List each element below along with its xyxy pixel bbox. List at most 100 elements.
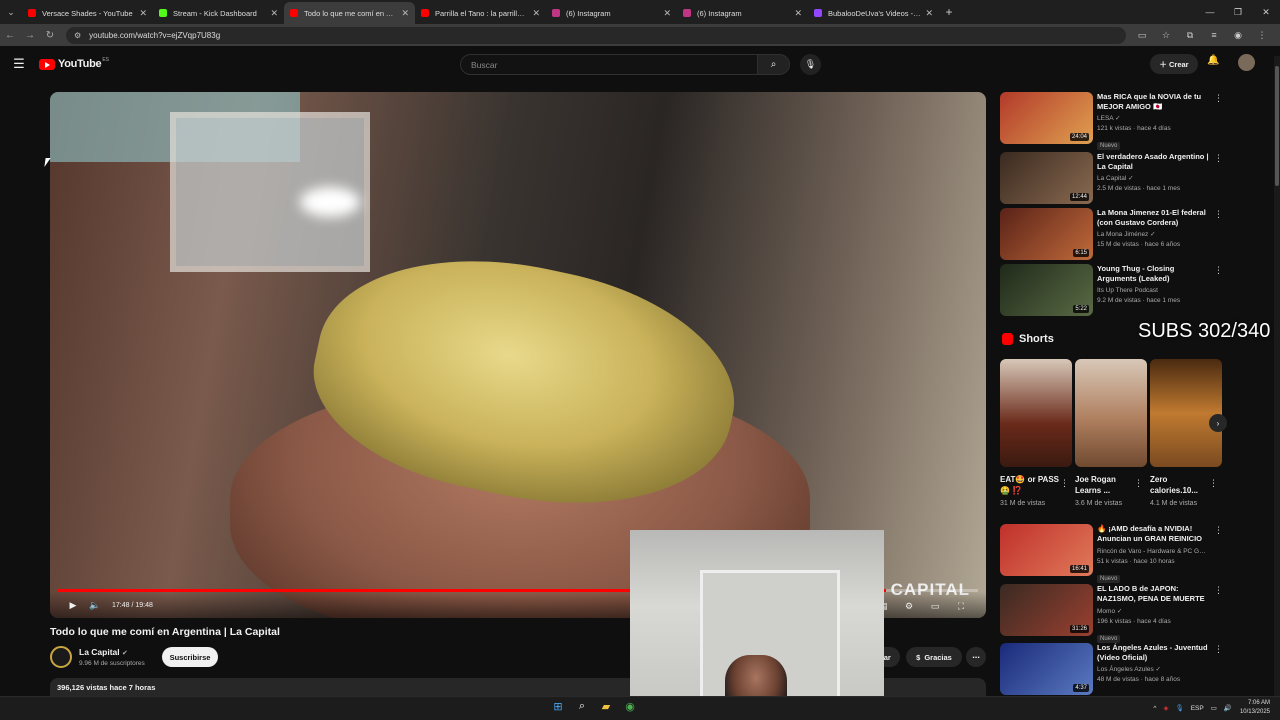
recommended-title[interactable]: El verdadero Asado Argentino | La Capita…	[1097, 152, 1209, 172]
more-options-icon[interactable]: ⋮	[1214, 265, 1223, 276]
short-more-options-icon[interactable]: ⋮	[1134, 478, 1143, 489]
recommended-title[interactable]: La Mona Jimenez 01-El federal (con Gusta…	[1097, 208, 1209, 228]
browser-tab[interactable]: Versace Shades - YouTube ✕	[22, 2, 153, 24]
address-bar[interactable]: ⚙ youtube.com/watch?v=ejZVqp7U83g	[66, 26, 1126, 44]
recommended-title[interactable]: Mas RICA que la NOVIA de tu MEJOR AMIGO …	[1097, 92, 1209, 112]
bookmark-star-icon[interactable]: ☆	[1154, 30, 1178, 41]
video-thumbnail[interactable]: 5:22	[1000, 264, 1093, 316]
recommended-video[interactable]: 24:04 Mas RICA que la NOVIA de tu MEJOR …	[1000, 92, 1209, 152]
channel-avatar[interactable]	[50, 646, 72, 668]
theater-mode-icon[interactable]: ▭	[922, 601, 948, 612]
recommended-channel[interactable]: LESA ✓	[1097, 114, 1209, 124]
tray-app-icon[interactable]: ◈	[1163, 704, 1168, 712]
recommended-channel[interactable]: Rincón de Varo - Hardware & PC Gaming ✓	[1097, 547, 1209, 557]
recommended-video[interactable]: 16:41 🔥 ¡AMD desafía a NVIDIA! Anuncian …	[1000, 524, 1209, 585]
tray-mic-icon[interactable]: 🎙	[1175, 704, 1183, 712]
recommended-channel[interactable]: La Mona Jiménez ✓	[1097, 230, 1209, 240]
thanks-button[interactable]: $ Gracias	[906, 647, 962, 667]
profile-icon[interactable]: ◉	[1226, 30, 1250, 41]
browser-menu-icon[interactable]: ⋮	[1250, 30, 1274, 41]
close-tab-icon[interactable]: ✕	[794, 8, 802, 19]
recommended-video[interactable]: 4:37 Los Ángeles Azules - Juventud (Vide…	[1000, 643, 1209, 695]
more-options-icon[interactable]: ⋮	[1214, 585, 1223, 596]
recommended-channel[interactable]: Los Ángeles Azules ✓	[1097, 665, 1209, 675]
recommended-channel[interactable]: Momo ✓	[1097, 607, 1209, 617]
short-title[interactable]: Joe Rogan Learns ...	[1075, 474, 1135, 496]
short-title[interactable]: EAT🤩 or PASS🤮 ⁉️	[1000, 474, 1060, 496]
extensions-icon[interactable]: ⧉	[1178, 30, 1202, 41]
network-icon[interactable]: ▭	[1211, 704, 1217, 712]
play-icon[interactable]: ▶	[62, 600, 84, 611]
video-thumbnail[interactable]: 12:44	[1000, 152, 1093, 204]
fullscreen-icon[interactable]: ⛶	[948, 601, 974, 612]
browser-tab[interactable]: Stream - Kick Dashboard ✕	[153, 2, 284, 24]
hamburger-menu-icon[interactable]: ☰	[0, 56, 38, 72]
recommended-channel[interactable]: Its Up There Podcast	[1097, 286, 1209, 296]
short-title[interactable]: Zero calories.10...	[1150, 474, 1210, 496]
minimize-icon[interactable]: —	[1196, 7, 1224, 17]
chrome-icon[interactable]: ◉	[618, 700, 642, 713]
short-thumbnail[interactable]	[1150, 359, 1222, 467]
recommended-video[interactable]: 31:26 EL LADO B de JAPON: NAZ1SMO, PENA …	[1000, 584, 1209, 645]
volume-tray-icon[interactable]: 🔊	[1224, 704, 1232, 712]
windows-start-icon[interactable]: ⊞	[546, 700, 570, 713]
short-thumbnail[interactable]	[1075, 359, 1147, 467]
close-tab-icon[interactable]: ✕	[139, 8, 147, 19]
back-icon[interactable]: ←	[0, 30, 20, 41]
account-avatar[interactable]	[1238, 54, 1255, 71]
recommended-channel[interactable]: La Capital ✓	[1097, 174, 1209, 184]
video-thumbnail[interactable]: 16:41	[1000, 524, 1093, 576]
more-options-icon[interactable]: ⋮	[1214, 153, 1223, 164]
volume-icon[interactable]: 🔈	[84, 600, 106, 611]
site-info-icon[interactable]: ⚙	[74, 31, 81, 40]
system-clock[interactable]: 7:06 AM 10/13/2025	[1240, 699, 1270, 717]
notifications-bell-icon[interactable]: 🔔	[1207, 55, 1219, 66]
settings-gear-icon[interactable]: ⚙	[896, 601, 922, 612]
cast-icon[interactable]: ▭	[1130, 30, 1154, 41]
page-scrollbar[interactable]	[1274, 56, 1280, 696]
short-thumbnail[interactable]	[1000, 359, 1072, 467]
browser-tab-active[interactable]: Todo lo que me comí en Argen ✕	[284, 2, 415, 24]
more-options-icon[interactable]: ⋮	[1214, 644, 1223, 655]
shorts-next-arrow-icon[interactable]: ›	[1209, 414, 1227, 432]
file-explorer-icon[interactable]: ▰	[594, 700, 618, 713]
close-tab-icon[interactable]: ✕	[401, 8, 409, 19]
close-tab-icon[interactable]: ✕	[270, 8, 278, 19]
recommended-title[interactable]: Young Thug - Closing Arguments (Leaked)	[1097, 264, 1209, 284]
language-indicator[interactable]: ESP	[1191, 705, 1204, 712]
create-button[interactable]: ＋ Crear	[1150, 54, 1198, 74]
subscribe-button[interactable]: Suscribirse	[162, 647, 218, 667]
show-hidden-icons-icon[interactable]: ^	[1153, 705, 1156, 712]
media-icon[interactable]: ≡	[1202, 30, 1226, 41]
more-options-icon[interactable]: ⋮	[1214, 93, 1223, 104]
short-more-options-icon[interactable]: ⋮	[1209, 478, 1218, 489]
short-more-options-icon[interactable]: ⋮	[1060, 478, 1069, 489]
recommended-video[interactable]: 12:44 El verdadero Asado Argentino | La …	[1000, 152, 1209, 204]
new-tab-button[interactable]: +	[939, 5, 959, 19]
tab-search-icon[interactable]: ⌄	[0, 0, 22, 24]
close-window-icon[interactable]: ✕	[1252, 7, 1280, 18]
more-options-icon[interactable]: ⋮	[1214, 525, 1223, 536]
voice-search-icon[interactable]: 🎙	[800, 54, 821, 75]
recommended-video[interactable]: 6:15 La Mona Jimenez 01-El federal (con …	[1000, 208, 1209, 260]
browser-tab[interactable]: BubalooDeUva's Videos - Twitc ✕	[808, 2, 939, 24]
forward-icon[interactable]: →	[20, 30, 40, 41]
close-tab-icon[interactable]: ✕	[532, 8, 540, 19]
search-input[interactable]: Buscar	[460, 54, 757, 75]
reload-icon[interactable]: ↻	[40, 30, 60, 41]
search-icon[interactable]: ⌕	[757, 54, 790, 75]
browser-tab[interactable]: (6) Instagram ✕	[677, 2, 808, 24]
video-thumbnail[interactable]: 6:15	[1000, 208, 1093, 260]
close-tab-icon[interactable]: ✕	[925, 8, 933, 19]
scrollbar-thumb[interactable]	[1275, 66, 1279, 186]
close-tab-icon[interactable]: ✕	[663, 8, 671, 19]
video-thumbnail[interactable]: 4:37	[1000, 643, 1093, 695]
recommended-title[interactable]: EL LADO B de JAPON: NAZ1SMO, PENA DE MUE…	[1097, 584, 1209, 605]
maximize-icon[interactable]: ❐	[1224, 7, 1252, 18]
channel-name[interactable]: La Capital ✔	[79, 647, 128, 657]
more-options-icon[interactable]: ⋮	[1214, 209, 1223, 220]
browser-tab[interactable]: (6) Instagram ✕	[546, 2, 677, 24]
browser-tab[interactable]: Parrilla el Tano : la parrilla libre ✕	[415, 2, 546, 24]
video-thumbnail[interactable]: 24:04	[1000, 92, 1093, 144]
youtube-logo[interactable]: YouTube ES	[39, 57, 109, 70]
